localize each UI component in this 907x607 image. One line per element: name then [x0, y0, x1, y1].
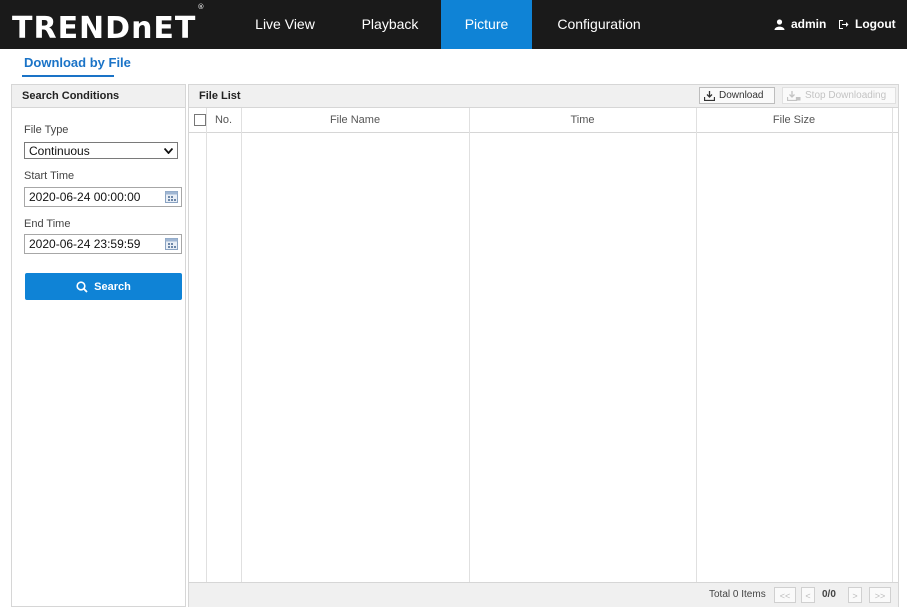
file-type-value: Continuous [29, 144, 90, 158]
chevron-down-icon [163, 143, 174, 160]
column-header-file-name: File Name [329, 114, 381, 126]
tab-underline [22, 75, 114, 77]
calendar-icon[interactable] [165, 190, 178, 203]
prev-page-button[interactable]: < [801, 587, 815, 603]
top-header: TRENDnET® Live View Playback Picture Con… [0, 0, 907, 49]
column-divider [206, 108, 207, 582]
column-header-file-size: File Size [772, 114, 816, 126]
column-divider [696, 108, 697, 582]
select-all-checkbox[interactable] [194, 114, 206, 126]
column-divider [241, 108, 242, 582]
next-page-button[interactable]: > [848, 587, 862, 603]
calendar-icon[interactable] [165, 237, 178, 250]
file-list-panel: File List Download Stop Downloading No. … [188, 84, 899, 607]
end-time-input[interactable]: 2020-06-24 23:59:59 [24, 234, 182, 254]
logout-button[interactable]: Logout [838, 0, 896, 49]
username: admin [791, 17, 827, 31]
logout-label: Logout [855, 17, 896, 31]
tab-download-by-file[interactable]: Download by File [24, 55, 131, 70]
end-time-label: End Time [24, 218, 71, 230]
column-divider [469, 108, 470, 582]
last-page-button[interactable]: >> [869, 587, 891, 603]
column-divider [892, 108, 893, 582]
first-page-button[interactable]: << [774, 587, 796, 603]
nav-playback[interactable]: Playback [352, 0, 428, 49]
stop-downloading-label: Stop Downloading [805, 90, 887, 101]
file-type-label: File Type [24, 124, 69, 136]
nav-live-view[interactable]: Live View [253, 0, 317, 49]
download-icon [704, 90, 715, 101]
search-conditions-title: Search Conditions [12, 85, 185, 108]
stop-download-icon [787, 90, 801, 101]
trendnet-logo: TRENDnET® [12, 3, 206, 46]
search-icon [76, 280, 88, 293]
logout-icon [839, 20, 849, 29]
search-button[interactable]: Search [25, 273, 182, 300]
user-icon [774, 19, 785, 30]
search-conditions-panel: Search Conditions File Type Continuous S… [11, 84, 186, 607]
total-items: Total 0 Items [709, 589, 766, 600]
column-header-no: No. [214, 114, 233, 126]
file-type-select[interactable]: Continuous [24, 142, 178, 159]
user-menu[interactable]: admin [774, 0, 826, 49]
start-time-value: 2020-06-24 00:00:00 [29, 190, 141, 204]
column-header-time: Time [570, 114, 595, 126]
stop-downloading-button[interactable]: Stop Downloading [782, 87, 896, 104]
search-button-label: Search [94, 280, 131, 293]
nav-picture[interactable]: Picture [441, 0, 532, 49]
pagination-bar: Total 0 Items << < 0/0 > >> [189, 582, 898, 607]
start-time-input[interactable]: 2020-06-24 00:00:00 [24, 187, 182, 207]
download-label: Download [719, 90, 764, 101]
download-button[interactable]: Download [699, 87, 775, 104]
end-time-value: 2020-06-24 23:59:59 [29, 237, 141, 251]
nav-configuration[interactable]: Configuration [551, 0, 647, 49]
start-time-label: Start Time [24, 170, 75, 182]
page-indicator: 0/0 [822, 589, 836, 600]
